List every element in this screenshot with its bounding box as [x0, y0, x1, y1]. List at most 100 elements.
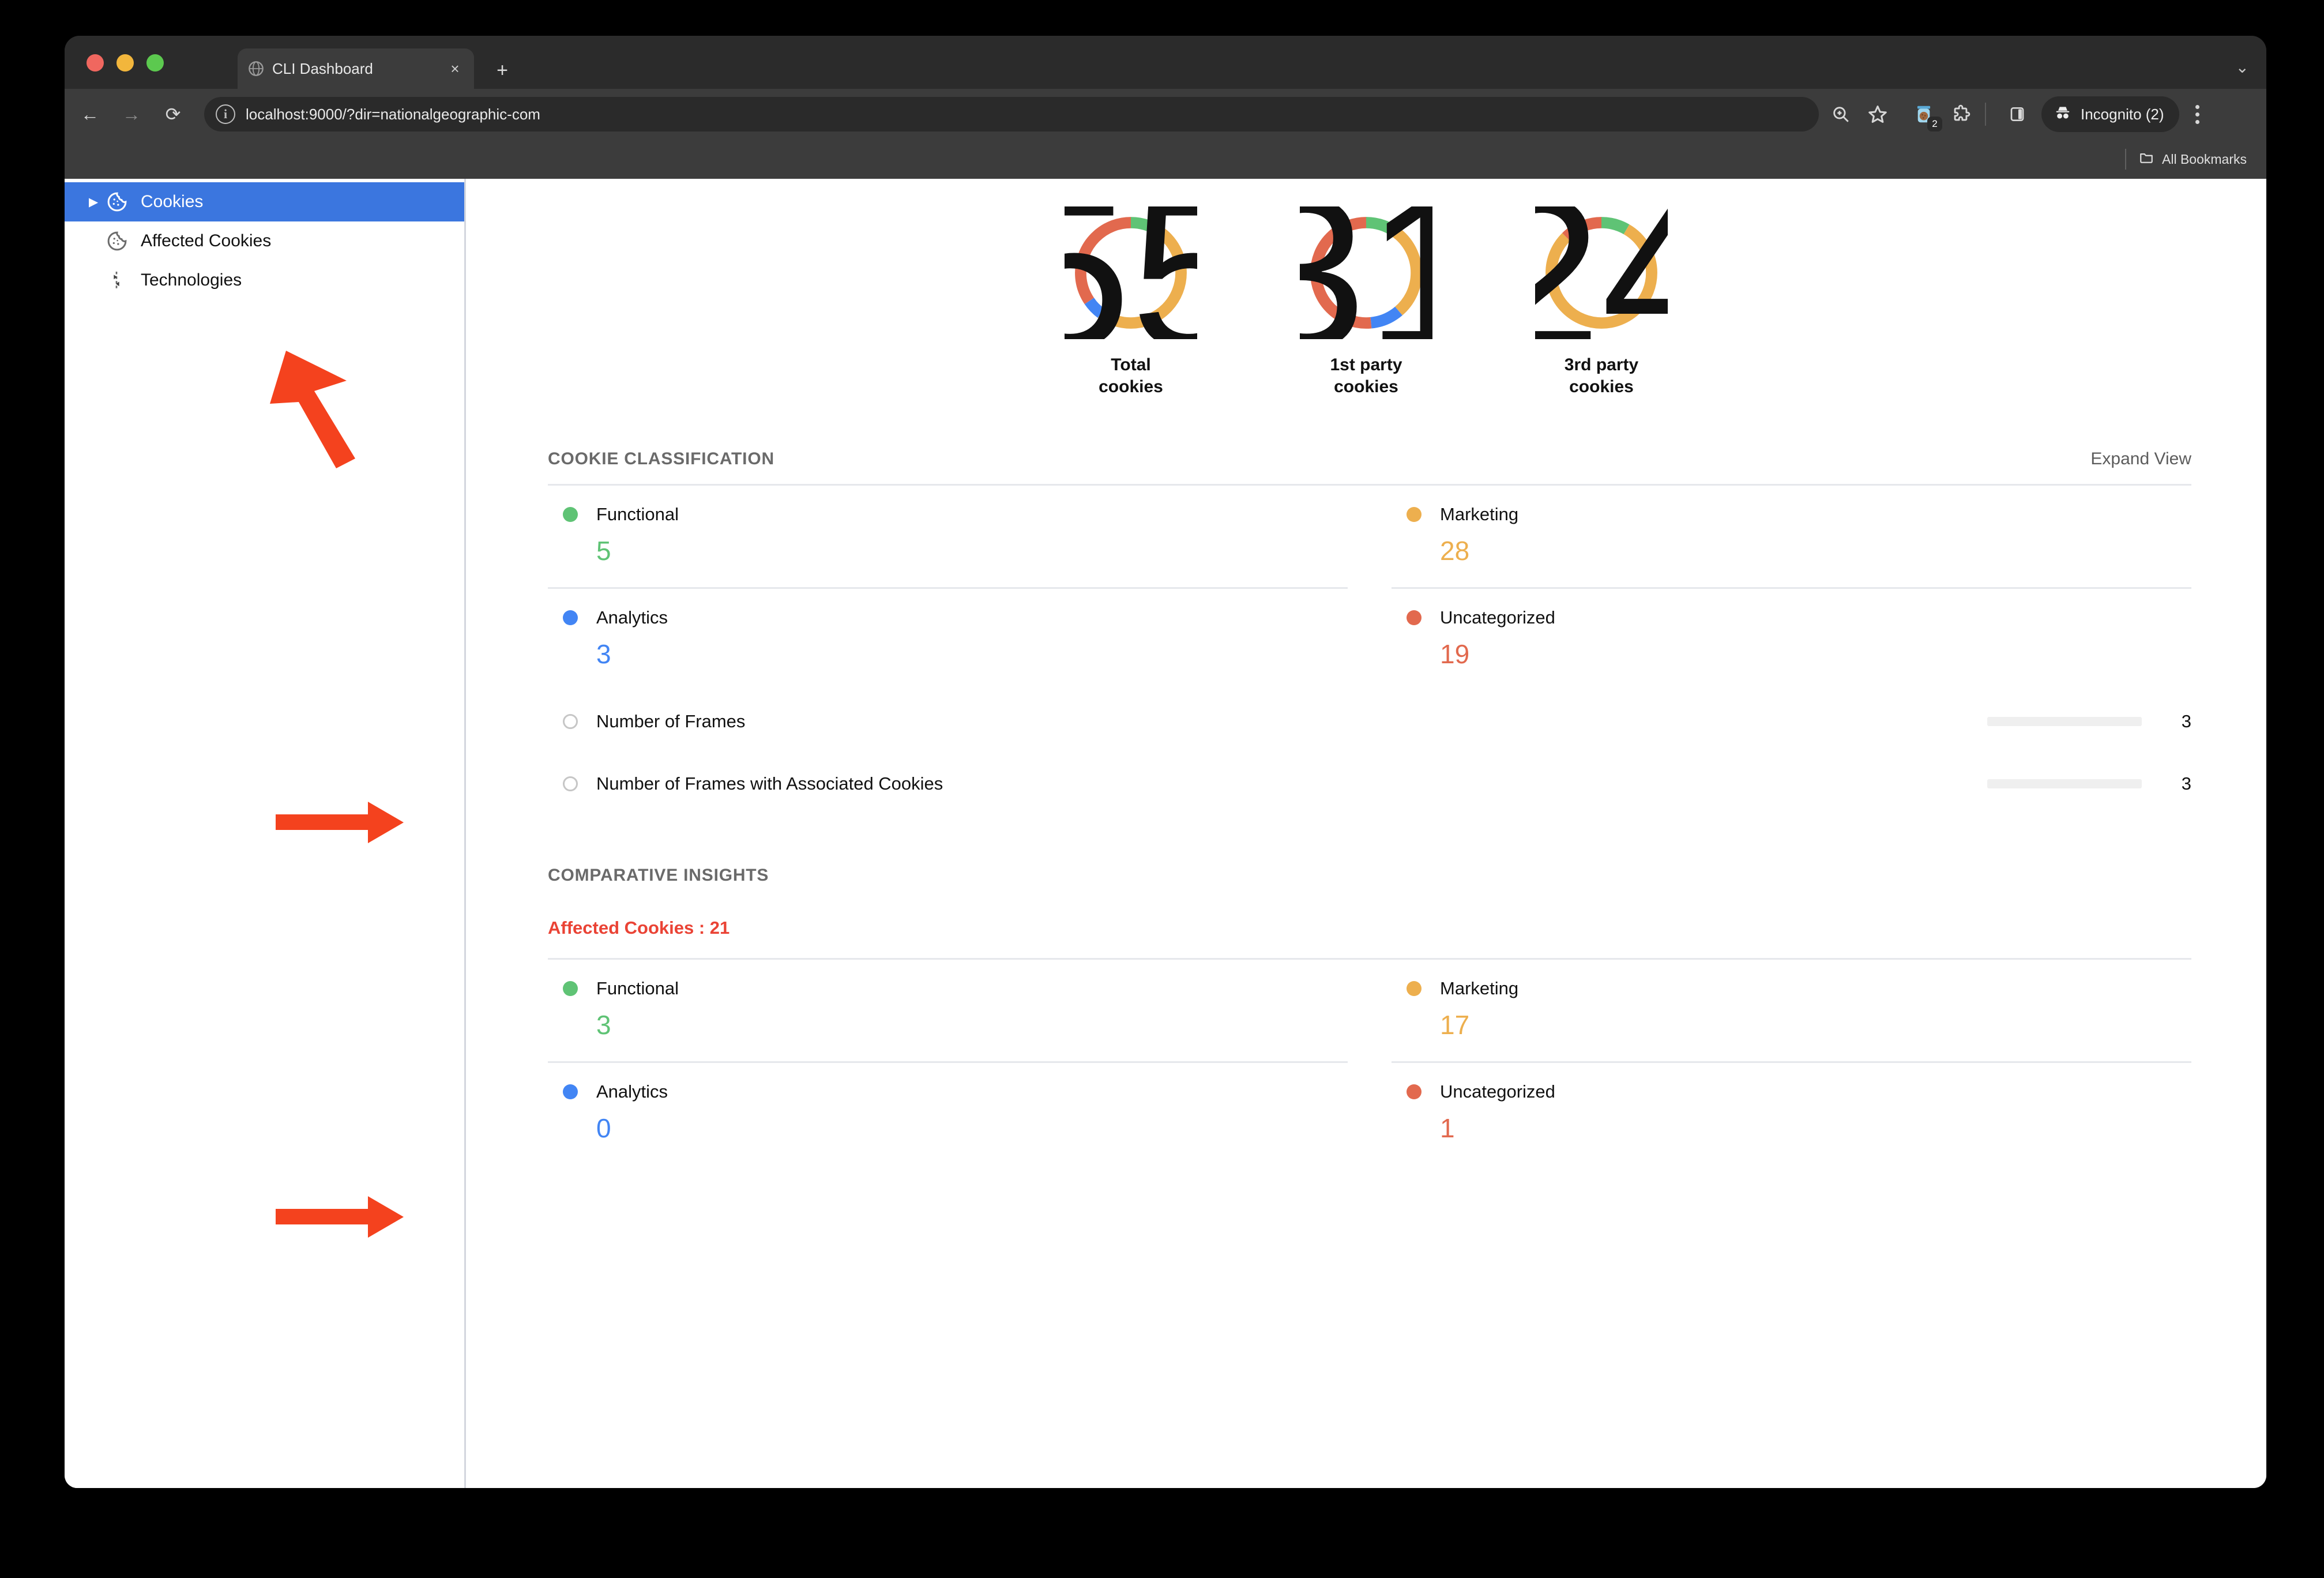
frame-count: 3 [2181, 711, 2191, 731]
cell-label: Functional [596, 504, 679, 524]
cell-value: 28 [1440, 535, 1470, 566]
donut-caption-line1: 1st party [1330, 355, 1402, 374]
bookmark-star-icon[interactable] [1863, 99, 1893, 129]
toolbar-divider [1985, 103, 1986, 126]
insights-cell-uncategorized[interactable]: Uncategorized 1 [1392, 1063, 2191, 1164]
donut-third-party-cookies: 24 3rd party cookies [1518, 206, 1685, 399]
donut-caption-line1: Total [1111, 355, 1151, 374]
section-title: COOKIE CLASSIFICATION [548, 449, 774, 468]
tab-strip: CLI Dashboard × + ⌄ [65, 36, 2266, 89]
insights-cell-analytics[interactable]: Analytics 0 [548, 1063, 1348, 1164]
cell-value: 19 [1440, 638, 1470, 669]
cell-value: 3 [596, 1009, 611, 1040]
reload-button[interactable]: ⟳ [157, 98, 189, 130]
frame-label: Number of Frames with Associated Cookies [596, 773, 943, 794]
donut-caption-line1: 3rd party [1564, 355, 1639, 374]
bookmarks-bar: All Bookmarks [65, 140, 2266, 179]
chevron-down-icon[interactable]: ⌄ [2236, 58, 2249, 77]
classification-cell-analytics[interactable]: Analytics 3 [548, 589, 1348, 690]
incognito-icon [2053, 103, 2073, 126]
sidebar-item-cookies[interactable]: ▶ Cookies [65, 182, 464, 221]
donut-caption: Total cookies [1047, 354, 1214, 399]
tab-title: CLI Dashboard [272, 59, 373, 77]
insights-cell-marketing[interactable]: Marketing 17 [1392, 960, 2191, 1063]
classification-cell-functional[interactable]: Functional 5 [548, 486, 1348, 589]
browser-menu-icon[interactable] [2182, 104, 2214, 124]
marketing-dot-icon [1407, 980, 1422, 996]
cookie-jar-extension-icon[interactable]: 2 [1909, 99, 1942, 132]
donut-caption: 3rd party cookies [1518, 354, 1685, 399]
maximize-window-button[interactable] [146, 54, 164, 72]
frame-dot-icon [563, 776, 578, 791]
marketing-dot-icon [1407, 506, 1422, 522]
donut-chart-third-party: 24 [1535, 206, 1668, 339]
donut-caption-line2: cookies [1099, 377, 1163, 397]
classification-cell-uncategorized[interactable]: Uncategorized 19 [1392, 589, 2191, 690]
forward-button[interactable]: → [115, 98, 148, 130]
classification-cell-marketing[interactable]: Marketing 28 [1392, 486, 2191, 589]
address-bar[interactable]: i localhost:9000/?dir=nationalgeographic… [204, 97, 1819, 132]
frame-dot-icon [563, 713, 578, 729]
cell-label: Uncategorized [1440, 1081, 1555, 1102]
main-content: 55 Total cookies [466, 179, 2266, 1488]
functional-dot-icon [563, 980, 578, 996]
sidebar-item-technologies[interactable]: Technologies [65, 261, 464, 300]
profile-incognito-button[interactable]: Incognito (2) [2041, 96, 2179, 132]
side-panel-icon[interactable] [2002, 99, 2032, 129]
sidebar-item-affected-cookies[interactable]: Affected Cookies [65, 221, 464, 261]
analytics-dot-icon [563, 1084, 578, 1099]
expand-view-button[interactable]: Expand View [2090, 449, 2191, 469]
frames-row-with-cookies[interactable]: Number of Frames with Associated Cookies… [548, 753, 2191, 815]
cell-label: Marketing [1440, 504, 1519, 524]
cell-value: 5 [596, 535, 611, 566]
donut-chart-first-party: 31 [1300, 206, 1432, 339]
analytics-dot-icon [563, 610, 578, 625]
new-tab-button[interactable]: + [490, 59, 514, 83]
extensions-puzzle-icon[interactable] [1946, 99, 1976, 129]
minimize-window-button[interactable] [116, 54, 134, 72]
insights-cell-functional[interactable]: Functional 3 [548, 960, 1348, 1063]
frame-label: Number of Frames [596, 711, 746, 731]
donut-center-value: 31 [1300, 206, 1432, 339]
cookie-classification-section: COOKIE CLASSIFICATION Expand View Functi… [466, 449, 2266, 815]
uncategorized-dot-icon [1407, 610, 1422, 625]
affected-cookies-label: Affected Cookies : 21 [548, 917, 730, 938]
window-traffic-lights [87, 54, 164, 72]
uncategorized-dot-icon [1407, 1084, 1422, 1099]
chevron-right-icon[interactable]: ▶ [89, 195, 106, 209]
classification-row-1: Functional 5 Marketing 28 [548, 486, 2191, 589]
cookie-summary-donuts: 55 Total cookies [466, 179, 2266, 399]
extension-badge-count: 2 [1927, 117, 1942, 132]
frames-row-total[interactable]: Number of Frames 3 [548, 690, 2191, 753]
cell-label: Uncategorized [1440, 607, 1555, 628]
donut-center-value: 24 [1535, 206, 1668, 339]
all-bookmarks-label: All Bookmarks [2162, 151, 2247, 167]
browser-toolbar: ← → ⟳ i localhost:9000/?dir=nationalgeog… [65, 89, 2266, 140]
classification-row-2: Analytics 3 Uncategorized 19 [548, 589, 2191, 690]
site-info-icon[interactable]: i [216, 104, 235, 124]
sidebar: ▶ Cookies Affected Cookies Technologies [65, 179, 466, 1488]
frame-progress-bar [1987, 779, 2142, 788]
close-window-button[interactable] [87, 54, 104, 72]
cookie-icon [106, 230, 131, 252]
close-icon[interactable]: × [446, 61, 464, 76]
technologies-icon [106, 270, 131, 291]
cell-label: Marketing [1440, 978, 1519, 998]
donut-caption-line2: cookies [1569, 377, 1634, 397]
bookmarks-divider [2125, 149, 2127, 170]
donut-chart-total: 55 [1065, 206, 1197, 339]
back-button[interactable]: ← [74, 98, 106, 130]
folder-icon [2139, 150, 2154, 168]
sidebar-item-label: Cookies [141, 192, 204, 211]
donut-first-party-cookies: 31 1st party cookies [1283, 206, 1450, 399]
donut-total-cookies: 55 Total cookies [1047, 206, 1214, 399]
frame-progress-bar [1987, 716, 2142, 726]
browser-window: CLI Dashboard × + ⌄ ← → ⟳ i localhost:90… [65, 36, 2266, 1488]
search-icon[interactable] [1826, 99, 1856, 129]
functional-dot-icon [563, 506, 578, 522]
page-body: ▶ Cookies Affected Cookies Technologies … [65, 179, 2266, 1488]
browser-tab[interactable]: CLI Dashboard × [238, 48, 474, 89]
cell-value: 17 [1440, 1009, 1470, 1040]
all-bookmarks-button[interactable]: All Bookmarks [2139, 150, 2247, 168]
insights-row-1: Functional 3 Marketing 17 [548, 960, 2191, 1063]
